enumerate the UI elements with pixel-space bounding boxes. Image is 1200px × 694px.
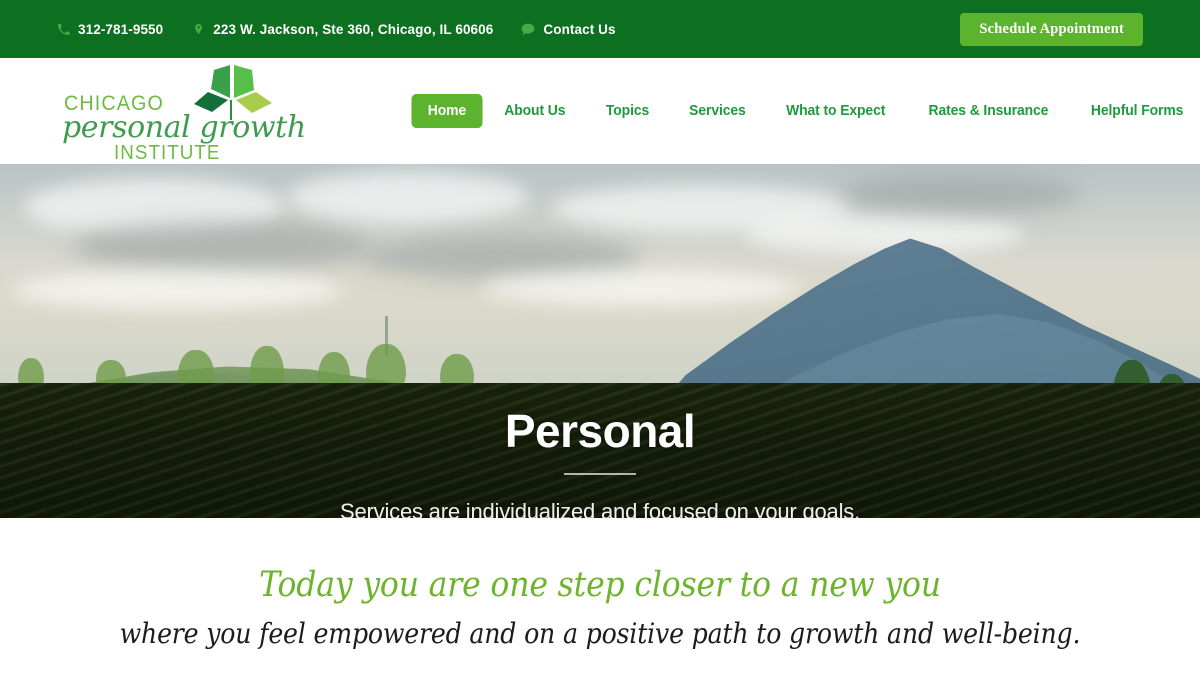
address-link[interactable]: 223 W. Jackson, Ste 360, Chicago, IL 606… (191, 22, 493, 37)
nav-item-rates-insurance[interactable]: Rates & Insurance (910, 94, 1066, 128)
chat-bubble-icon (521, 22, 535, 37)
primary-navigation: Home About Us Topics Services What to Ex… (410, 94, 1183, 128)
cloud (12, 270, 342, 311)
top-contact-list: 312-781-9550 223 W. Jackson, Ste 360, Ch… (56, 22, 616, 37)
hero-content: Personal Services are individualized and… (0, 407, 1200, 518)
contact-us-label: Contact Us (543, 21, 616, 37)
logo-line-institute: INSTITUTE (114, 142, 221, 164)
site-header: CHICAGO personal growth INSTITUTE Home A… (0, 58, 1200, 164)
nav-item-home[interactable]: Home (411, 94, 483, 128)
nav-item-services[interactable]: Services (671, 94, 764, 128)
logo-line-personal-growth: personal growth (62, 110, 306, 145)
top-utility-bar: 312-781-9550 223 W. Jackson, Ste 360, Ch… (0, 0, 1200, 58)
page-root: 312-781-9550 223 W. Jackson, Ste 360, Ch… (0, 0, 1200, 694)
cloud (744, 213, 1024, 254)
nav-item-helpful-forms[interactable]: Helpful Forms (1072, 94, 1200, 128)
site-logo[interactable]: CHICAGO personal growth INSTITUTE (56, 60, 346, 164)
logo-wordmark: CHICAGO personal growth INSTITUTE (56, 92, 306, 164)
hero-subtitle: Services are individualized and focused … (340, 499, 860, 518)
cloud (480, 270, 800, 307)
hero-title: Personal (504, 405, 696, 457)
cloud (72, 220, 372, 271)
nav-item-what-to-expect[interactable]: What to Expect (768, 94, 904, 128)
contact-us-link[interactable]: Contact Us (521, 21, 616, 37)
schedule-appointment-button[interactable]: Schedule Appointment (960, 13, 1143, 46)
intro-headline: Today you are one step closer to a new y… (259, 565, 941, 605)
phone-number: 312-781-9550 (78, 21, 164, 37)
address-text: 223 W. Jackson, Ste 360, Chicago, IL 606… (213, 21, 494, 37)
phone-icon (56, 22, 70, 37)
cloud (840, 174, 1080, 213)
cloud (288, 171, 528, 224)
intro-section: Today you are one step closer to a new y… (0, 518, 1200, 694)
intro-subheadline: where you feel empowered and on a positi… (119, 617, 1081, 651)
map-pin-icon (191, 22, 205, 37)
hero-banner: Personal Services are individualized and… (0, 164, 1200, 518)
phone-link[interactable]: 312-781-9550 (56, 22, 163, 37)
nav-item-topics[interactable]: Topics (587, 94, 667, 128)
hero-divider (564, 473, 636, 476)
nav-item-about-us[interactable]: About Us (486, 94, 584, 128)
